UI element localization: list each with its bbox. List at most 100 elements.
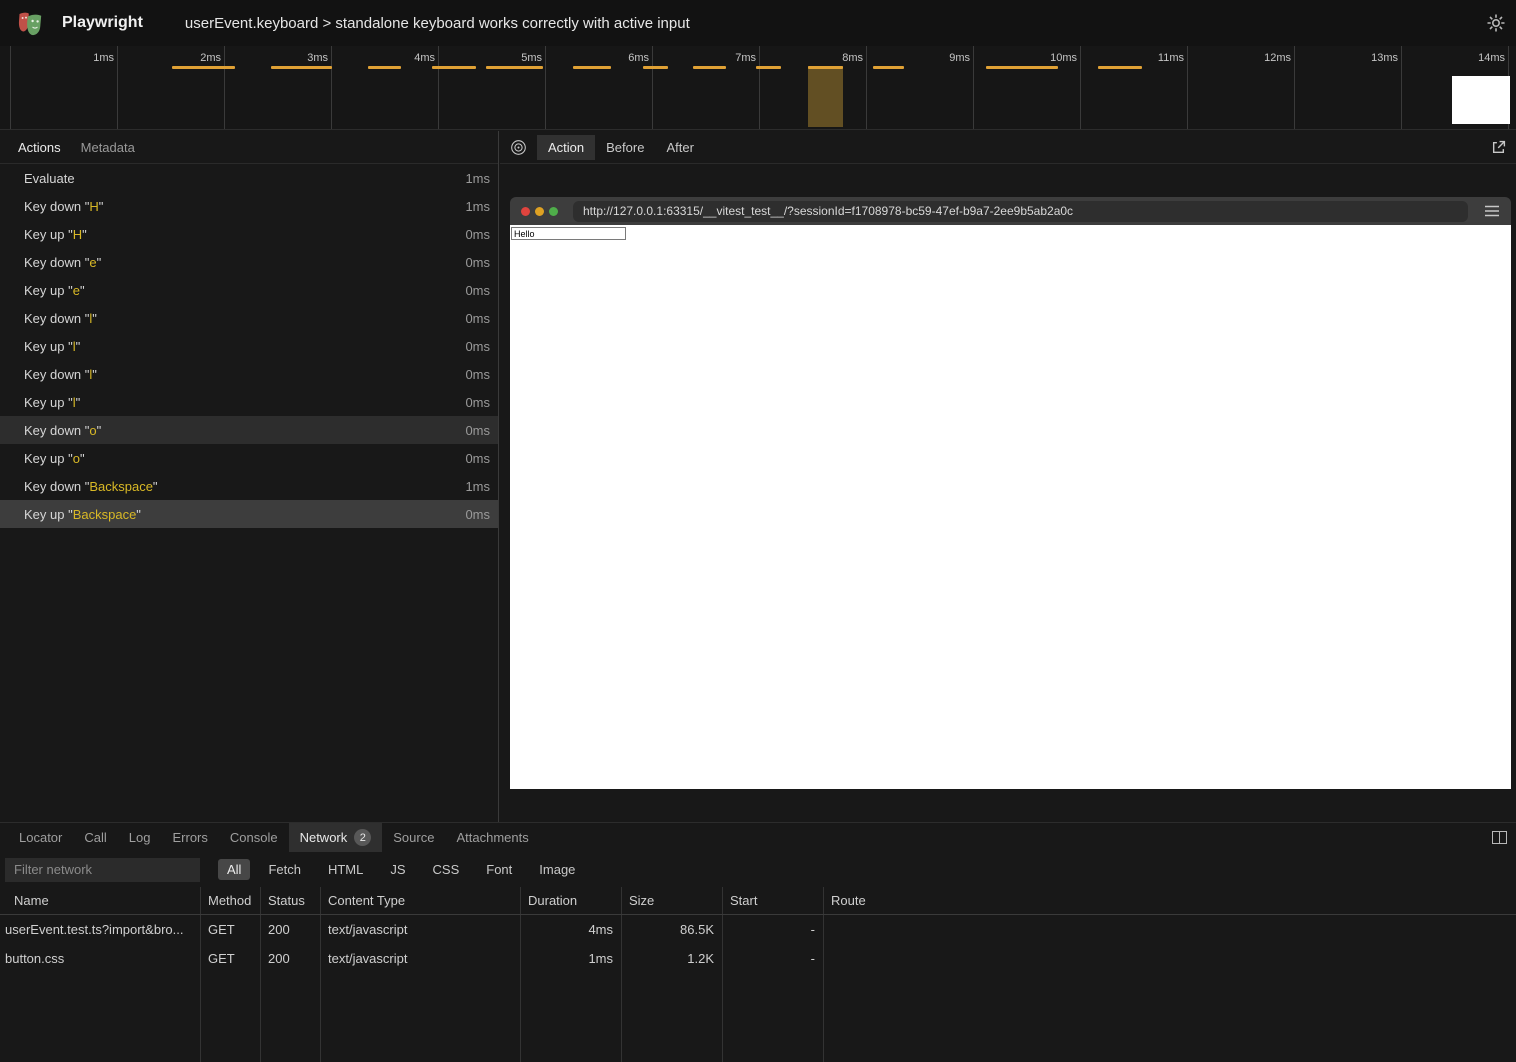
filter-chip-all[interactable]: All (218, 859, 250, 880)
details-tab-attachments[interactable]: Attachments (445, 823, 539, 852)
network-column-header[interactable]: Name (0, 893, 200, 908)
action-key-value: Backspace (89, 479, 153, 494)
network-column-header[interactable]: Start (722, 893, 823, 908)
snapshot-page (510, 225, 1511, 789)
action-duration: 0ms (465, 423, 490, 438)
details-tab-label: Network (300, 830, 348, 845)
timeline-action-bar[interactable] (643, 66, 668, 69)
action-duration: 1ms (465, 171, 490, 186)
action-row[interactable]: Evaluate1ms (0, 164, 498, 192)
network-cell: text/javascript (320, 922, 520, 937)
details-tab-source[interactable]: Source (382, 823, 445, 852)
action-label: Key down "H" (24, 199, 465, 214)
filter-chip-font[interactable]: Font (477, 859, 521, 880)
network-request-row[interactable]: userEvent.test.ts?import&bro...GET200tex… (0, 915, 1516, 944)
window-minimize-dot (535, 207, 544, 216)
toggle-layout-icon[interactable] (1492, 831, 1507, 844)
network-cell: 200 (260, 922, 320, 937)
filter-chip-css[interactable]: CSS (424, 859, 469, 880)
action-row[interactable]: Key up "l"0ms (0, 388, 498, 416)
network-filter-input[interactable] (5, 858, 200, 882)
action-duration: 1ms (465, 479, 490, 494)
details-tab-network[interactable]: Network2 (289, 823, 383, 852)
timeline-tick-label: 2ms (118, 46, 225, 129)
header: Playwright userEvent.keyboard > standalo… (0, 0, 1516, 46)
timeline-tick-label: 9ms (867, 46, 974, 129)
pick-locator-target-icon[interactable] (510, 139, 527, 156)
network-table-header: NameMethodStatusContent TypeDurationSize… (0, 887, 1516, 915)
timeline-action-bar[interactable] (486, 66, 543, 69)
tab-actions[interactable]: Actions (8, 131, 71, 163)
action-row[interactable]: Key up "o"0ms (0, 444, 498, 472)
network-column-header[interactable]: Route (823, 893, 1516, 908)
settings-gear-icon[interactable] (1486, 13, 1506, 33)
action-row[interactable]: Key down "o"0ms (0, 416, 498, 444)
action-key-value: l (73, 395, 76, 410)
timeline-screenshot-thumbnail[interactable] (1452, 76, 1510, 124)
action-label: Key up "Backspace" (24, 507, 465, 522)
action-row[interactable]: Key up "e"0ms (0, 276, 498, 304)
snapshot-tab-label: After (666, 140, 693, 155)
network-cell: - (722, 922, 823, 937)
action-duration: 0ms (465, 339, 490, 354)
network-column-header[interactable]: Method (200, 893, 260, 908)
timeline[interactable]: 1ms2ms3ms4ms5ms6ms7ms8ms9ms10ms11ms12ms1… (0, 46, 1516, 130)
action-row[interactable]: Key up "H"0ms (0, 220, 498, 248)
network-column-header[interactable]: Status (260, 893, 320, 908)
network-column-header[interactable]: Duration (520, 893, 621, 908)
timeline-action-bar[interactable] (573, 66, 611, 69)
action-row[interactable]: Key down "H"1ms (0, 192, 498, 220)
timeline-action-bar[interactable] (172, 66, 235, 69)
timeline-ruler: 1ms2ms3ms4ms5ms6ms7ms8ms9ms10ms11ms12ms1… (10, 46, 1509, 129)
details-tab-console[interactable]: Console (219, 823, 289, 852)
network-cell: text/javascript (320, 951, 520, 966)
snapshot-text-input[interactable] (511, 227, 626, 240)
timeline-tick-label: 3ms (225, 46, 332, 129)
timeline-action-bar[interactable] (432, 66, 476, 69)
action-row[interactable]: Key down "l"0ms (0, 304, 498, 332)
filter-chip-image[interactable]: Image (530, 859, 584, 880)
tab-metadata[interactable]: Metadata (71, 131, 145, 163)
timeline-action-bar[interactable] (693, 66, 726, 69)
filter-chip-fetch[interactable]: Fetch (259, 859, 310, 880)
network-column-header[interactable]: Content Type (320, 893, 520, 908)
network-cell: 1ms (520, 951, 621, 966)
details-tab-errors[interactable]: Errors (161, 823, 218, 852)
timeline-action-bar[interactable] (1098, 66, 1142, 69)
playwright-logo-icon (14, 7, 46, 39)
details-tab-locator[interactable]: Locator (8, 823, 73, 852)
action-row[interactable]: Key up "Backspace"0ms (0, 500, 498, 528)
snapshot-tab-after[interactable]: After (655, 135, 704, 160)
action-row[interactable]: Key down "Backspace"1ms (0, 472, 498, 500)
action-row[interactable]: Key up "l"0ms (0, 332, 498, 360)
snapshot-tab-before[interactable]: Before (595, 135, 655, 160)
action-row[interactable]: Key down "l"0ms (0, 360, 498, 388)
timeline-action-bar[interactable] (756, 66, 781, 69)
details-tab-call[interactable]: Call (73, 823, 117, 852)
snapshot-tab-action[interactable]: Action (537, 135, 595, 160)
filter-chip-js[interactable]: JS (381, 859, 414, 880)
network-request-row[interactable]: button.cssGET200text/javascript1ms1.2K- (0, 944, 1516, 973)
action-duration: 0ms (465, 283, 490, 298)
timeline-action-bar[interactable] (873, 66, 904, 69)
action-label: Key up "o" (24, 451, 465, 466)
timeline-action-bar[interactable] (986, 66, 1058, 69)
network-table: NameMethodStatusContent TypeDurationSize… (0, 887, 1516, 1062)
timeline-action-bar[interactable] (368, 66, 401, 69)
timeline-action-bar[interactable] (271, 66, 332, 69)
action-key-value: Backspace (73, 507, 137, 522)
details-tab-log[interactable]: Log (118, 823, 162, 852)
action-duration: 0ms (465, 227, 490, 242)
action-label: Key up "e" (24, 283, 465, 298)
action-label: Key down "l" (24, 311, 465, 326)
browser-chrome: http://127.0.0.1:63315/__vitest_test__/?… (510, 197, 1511, 225)
app-name: Playwright (62, 14, 143, 32)
network-column-header[interactable]: Size (621, 893, 722, 908)
timeline-action-bar[interactable] (808, 66, 843, 69)
network-cell: 200 (260, 951, 320, 966)
filter-chip-html[interactable]: HTML (319, 859, 372, 880)
action-row[interactable]: Key down "e"0ms (0, 248, 498, 276)
open-snapshot-external-icon[interactable] (1491, 140, 1506, 155)
details-tab-label: Log (129, 830, 151, 845)
action-duration: 0ms (465, 507, 490, 522)
